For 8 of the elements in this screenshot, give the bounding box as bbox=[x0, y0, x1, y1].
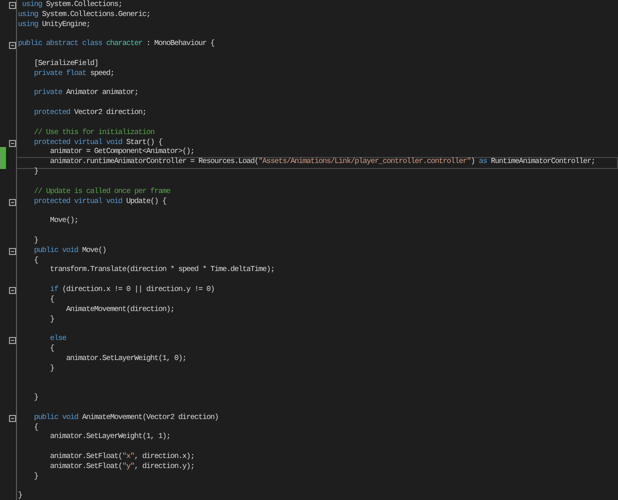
collapse-icon[interactable] bbox=[9, 42, 16, 49]
collapse-icon[interactable] bbox=[9, 140, 16, 147]
collapse-icon[interactable] bbox=[9, 287, 16, 294]
collapse-icon[interactable] bbox=[9, 336, 16, 344]
collapse-icon[interactable] bbox=[9, 415, 16, 422]
collapse-icon[interactable] bbox=[9, 248, 16, 256]
collapse-icon[interactable] bbox=[9, 2, 16, 10]
collapse-icon[interactable] bbox=[9, 198, 16, 206]
